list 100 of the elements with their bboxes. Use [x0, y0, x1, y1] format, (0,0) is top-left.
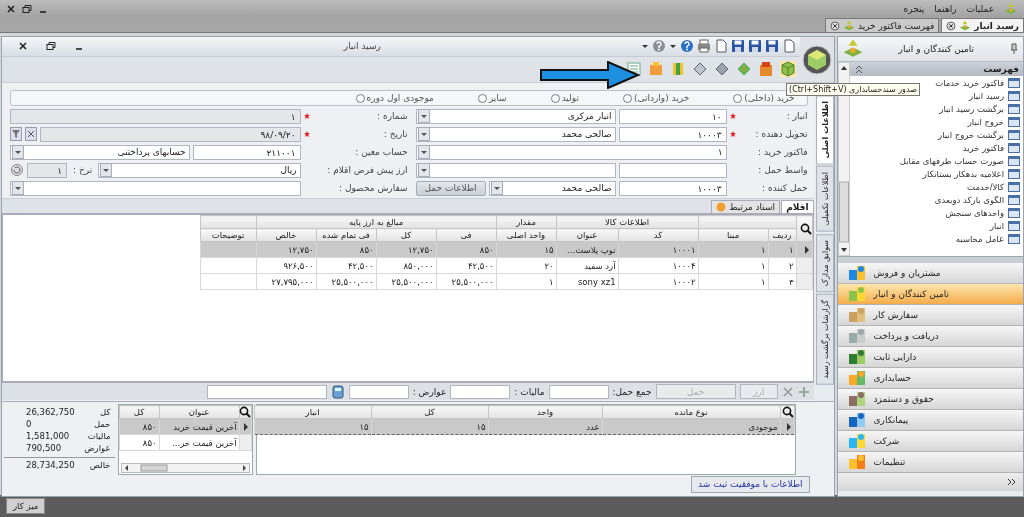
taskbar-button[interactable]: میز کار	[6, 498, 46, 514]
dropdown-field[interactable]: ۱	[415, 144, 727, 160]
save-icon[interactable]	[764, 39, 779, 54]
dropdown-field[interactable]: صالحی محمد	[488, 180, 616, 196]
text-field[interactable]: ۱	[27, 162, 67, 178]
refresh-icon[interactable]	[10, 163, 24, 177]
radio-option[interactable]: خرید (داخلی)	[733, 93, 795, 103]
logo-icon[interactable]	[801, 44, 832, 75]
restore-icon[interactable]	[46, 41, 56, 52]
module-item[interactable]: سفارش کار	[837, 305, 1023, 326]
dropdown-field[interactable]: صالحی محمد	[415, 126, 616, 142]
document-icon[interactable]	[713, 39, 728, 54]
radio-icon[interactable]	[733, 93, 743, 103]
chevron-icon[interactable]	[1007, 477, 1017, 487]
box-icon[interactable]	[757, 61, 774, 78]
list-item[interactable]: خروج انبار	[849, 115, 1023, 128]
document-tab[interactable]: فهرست فاکتور خرید	[824, 18, 940, 32]
list-item[interactable]: صورت حساب طرفهای مقابل	[849, 154, 1023, 167]
list-item[interactable]: انبار	[849, 219, 1023, 232]
document-icon[interactable]	[781, 39, 796, 54]
dropdown-field[interactable]	[415, 162, 616, 178]
collapse-icon[interactable]	[853, 64, 864, 74]
text-field[interactable]	[450, 384, 511, 399]
module-item[interactable]: تنظیمات	[837, 452, 1023, 473]
column-header[interactable]: واحد	[488, 405, 603, 419]
table-cell: ۸۵۰	[119, 434, 160, 451]
text-field[interactable]	[548, 384, 609, 399]
items-tab[interactable]: اسناد مرتبط	[711, 200, 781, 213]
radio-icon[interactable]	[550, 93, 560, 103]
filter-icon[interactable]	[10, 127, 22, 141]
radio-option[interactable]: سایر	[477, 93, 507, 103]
calculator-icon[interactable]	[330, 384, 345, 399]
radio-icon[interactable]	[355, 93, 365, 103]
menu-item[interactable]: عملیات	[966, 3, 994, 14]
save-icon[interactable]	[730, 39, 745, 54]
text-field[interactable]: ۱۰۰۰۳	[618, 180, 727, 196]
module-item[interactable]: پیمانکاری	[837, 410, 1023, 431]
list-item[interactable]: کالا/خدمت	[849, 180, 1023, 193]
close-icon[interactable]	[6, 3, 16, 14]
restore-icon[interactable]	[22, 3, 32, 14]
column-header[interactable]: کل	[119, 405, 160, 419]
module-item[interactable]: حسابداری	[837, 368, 1023, 389]
column-header[interactable]: عنوان	[159, 405, 240, 419]
column-header[interactable]: انبار	[254, 405, 372, 419]
list-item[interactable]: عامل محاسبه	[849, 232, 1023, 245]
pin-icon[interactable]	[1009, 43, 1019, 55]
text-field[interactable]	[206, 384, 327, 399]
text-field[interactable]: ۱۰	[618, 108, 727, 124]
cube-icon[interactable]	[779, 61, 796, 78]
save-icon[interactable]	[747, 39, 762, 54]
menu-item[interactable]: راهنما	[934, 3, 957, 14]
module-item[interactable]: مشتریان و فروش	[837, 263, 1023, 284]
date-field[interactable]: ۹۸/۰۹/۲۰	[40, 126, 301, 142]
dropdown-field[interactable]	[10, 180, 301, 196]
clear-icon[interactable]	[25, 127, 37, 141]
radio-option[interactable]: خرید (وارداتی)	[623, 93, 690, 103]
text-field[interactable]: ۲۱۱۰۰۱	[192, 144, 301, 160]
radio-option[interactable]: موجودی اول دوره	[355, 93, 434, 103]
module-item[interactable]: دریافت و پرداخت	[837, 326, 1023, 347]
print-icon[interactable]	[696, 39, 711, 54]
close-icon[interactable]	[829, 20, 840, 31]
help-icon[interactable]	[679, 39, 694, 54]
module-item[interactable]: دارایی ثابت	[837, 347, 1023, 368]
side-tab[interactable]: اطلاعات اصلی	[815, 95, 834, 165]
side-tab[interactable]: سوابق مدارک	[815, 234, 834, 293]
search-icon[interactable]	[799, 222, 812, 235]
close-icon[interactable]	[18, 41, 28, 52]
dropdown-field[interactable]: حسابهای پرداختنی	[10, 144, 190, 160]
list-item[interactable]: اعلامیه بدهکار بستانکار	[849, 167, 1023, 180]
radio-icon[interactable]	[623, 93, 632, 103]
search-icon[interactable]	[238, 406, 251, 418]
close-icon[interactable]	[946, 20, 957, 31]
list-item[interactable]: الگوی بارکد دوبعدی	[849, 193, 1023, 206]
horizontal-scrollbar[interactable]	[120, 463, 250, 473]
menu-item[interactable]: پنجره	[903, 3, 925, 14]
column-header[interactable]: کل	[371, 405, 489, 419]
radio-option[interactable]: تولید	[550, 93, 579, 103]
diamond-icon[interactable]	[713, 61, 730, 78]
text-field[interactable]	[348, 384, 409, 399]
column-header[interactable]: نوع مانده	[602, 405, 781, 419]
document-tab[interactable]: رسید انبار	[941, 18, 1024, 32]
items-tab[interactable]: اقلام	[781, 200, 814, 213]
text-field[interactable]: ۱	[10, 108, 301, 124]
list-item[interactable]: واحدهای سنجش	[849, 206, 1023, 219]
search-icon[interactable]	[781, 406, 794, 418]
list-item[interactable]: فاکتور خرید	[849, 141, 1023, 154]
module-item[interactable]: تامین کنندگان و انبار	[837, 284, 1023, 305]
module-item[interactable]: حقوق و دستمزد	[837, 389, 1023, 410]
diamond-icon[interactable]	[691, 61, 708, 78]
list-item[interactable]: برگشت رسید انبار	[849, 102, 1023, 115]
text-field[interactable]	[618, 162, 727, 178]
module-item[interactable]: شرکت	[837, 431, 1023, 452]
shipping-info-button[interactable]: اطلاعات حمل	[415, 180, 486, 196]
side-tab[interactable]: اطلاعات تکمیلی	[815, 166, 834, 233]
radio-icon[interactable]	[477, 93, 487, 103]
list-item[interactable]: برگشت خروج انبار	[849, 128, 1023, 141]
side-tab[interactable]: گزارشات برگشت رسید	[815, 294, 834, 386]
dropdown-field[interactable]: ریال	[98, 162, 301, 178]
text-field[interactable]: ۱۰۰۰۳	[618, 126, 727, 142]
dropdown-field[interactable]: انبار مرکزی	[415, 108, 616, 124]
